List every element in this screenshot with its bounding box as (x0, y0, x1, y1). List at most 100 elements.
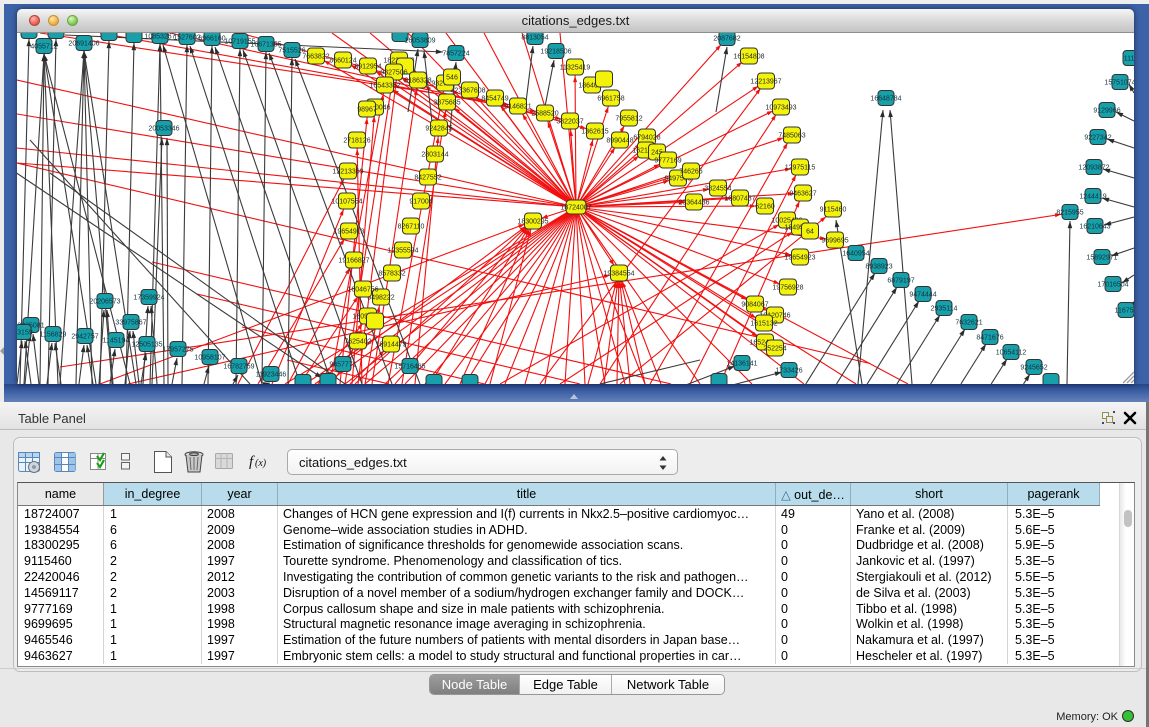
svg-text:8186328: 8186328 (404, 77, 431, 84)
svg-text:10958107: 10958107 (194, 354, 225, 361)
svg-text:8938923: 8938923 (865, 263, 892, 270)
svg-text:1527602: 1527602 (173, 34, 200, 41)
svg-text:8660124: 8660124 (329, 57, 356, 64)
svg-text:19756928: 19756928 (772, 284, 803, 291)
svg-text:1733426: 1733426 (775, 367, 802, 374)
svg-text:9474444: 9474444 (909, 291, 936, 298)
svg-text:20364436: 20364436 (678, 199, 709, 206)
svg-text:2718126: 2718126 (343, 137, 370, 144)
svg-text:1145194: 1145194 (103, 337, 130, 344)
svg-text:8215955: 8215955 (1056, 209, 1083, 216)
svg-text:116753: 116753 (1115, 307, 1134, 314)
svg-text:23367608: 23367608 (454, 87, 485, 94)
svg-text:16154808: 16154808 (733, 53, 764, 60)
svg-text:19218506: 19218506 (540, 48, 571, 55)
svg-text:16782759: 16782759 (223, 363, 254, 370)
svg-text:9463627: 9463627 (789, 190, 816, 197)
svg-text:15716485: 15716485 (394, 363, 425, 370)
svg-text:1156829: 1156829 (40, 331, 67, 338)
svg-text:8912954: 8912954 (354, 63, 381, 70)
svg-text:2588520: 2588520 (531, 110, 558, 117)
svg-text:8267110: 8267110 (398, 223, 425, 230)
svg-text:10107554: 10107554 (331, 198, 362, 205)
svg-text:9242845: 9242845 (425, 125, 452, 132)
svg-text:9327506: 9327506 (380, 69, 407, 76)
svg-text:14136141: 14136141 (726, 360, 757, 367)
svg-text:16543382: 16543382 (369, 82, 400, 89)
svg-text:64: 64 (806, 228, 814, 235)
svg-text:8454749: 8454749 (481, 95, 508, 102)
svg-text:9084067: 9084067 (741, 301, 768, 308)
svg-text:16046756: 16046756 (347, 286, 378, 293)
svg-text:3824554: 3824554 (704, 185, 731, 192)
svg-text:19654913: 19654913 (333, 228, 364, 235)
svg-text:12213967: 12213967 (750, 78, 781, 85)
svg-text:3875685: 3875685 (433, 99, 460, 106)
svg-text:3822037: 3822037 (556, 118, 583, 125)
svg-text:746266: 746266 (679, 168, 702, 175)
svg-text:9245652: 9245652 (1020, 364, 1047, 371)
svg-text:9146821: 9146821 (504, 103, 531, 110)
svg-text:17359924: 17359924 (133, 294, 164, 301)
svg-text:12505135: 12505135 (131, 341, 162, 348)
svg-text:7625402: 7625402 (344, 338, 371, 345)
svg-text:1362615: 1362615 (581, 128, 608, 135)
svg-text:18300295: 18300295 (517, 218, 548, 225)
svg-text:252254: 252254 (763, 345, 786, 352)
svg-text:7663822: 7663822 (302, 53, 329, 60)
svg-text:8813054: 8813054 (521, 34, 548, 41)
svg-text:2803144: 2803144 (421, 151, 448, 158)
svg-text:10973493: 10973493 (765, 104, 796, 111)
svg-text:4055712: 4055712 (30, 43, 57, 50)
svg-text:7857224: 7857224 (442, 50, 469, 57)
svg-text:9115460: 9115460 (820, 206, 847, 213)
svg-text:17957275: 17957275 (162, 346, 193, 353)
svg-text:17016504: 17016504 (1097, 281, 1128, 288)
svg-text:9227342: 9227342 (1084, 134, 1111, 141)
svg-text:15892971: 15892971 (1086, 254, 1117, 261)
svg-text:7515526: 7515526 (278, 47, 305, 54)
svg-text:8471676: 8471676 (976, 334, 1003, 341)
svg-text:9777169: 9777169 (654, 157, 681, 164)
svg-text:(x): (x) (255, 458, 267, 469)
svg-text:12355594: 12355594 (387, 247, 418, 254)
svg-text:1615132: 1615132 (750, 320, 777, 327)
svg-text:15751074: 15751074 (1104, 79, 1134, 86)
svg-text:10654112: 10654112 (996, 349, 1027, 356)
svg-text:9129966: 9129966 (1093, 107, 1120, 114)
svg-text:7955812: 7955812 (615, 115, 642, 122)
svg-text:20053346: 20053346 (148, 125, 179, 132)
svg-text:62160: 62160 (755, 203, 775, 210)
svg-text:9699695: 9699695 (821, 237, 848, 244)
svg-text:6961758: 6961758 (597, 95, 624, 102)
svg-text:98967: 98967 (357, 106, 377, 113)
svg-text:1640954: 1640954 (842, 250, 869, 257)
svg-text:12975115: 12975115 (785, 164, 816, 171)
svg-text:1244419: 1244419 (1079, 193, 1106, 200)
svg-text:20691406: 20691406 (68, 40, 99, 47)
svg-text:10807487: 10807487 (724, 195, 755, 202)
svg-text:8990448: 8990448 (606, 137, 633, 144)
svg-text:6966160: 6966160 (198, 35, 225, 42)
svg-text:16210643: 16210643 (1079, 223, 1110, 230)
svg-text:19654923: 19654923 (784, 254, 815, 261)
svg-text:8427552: 8427552 (414, 174, 441, 181)
svg-text:19166827: 19166827 (338, 257, 369, 264)
svg-text:11923446: 11923446 (256, 371, 287, 378)
svg-text:2942757: 2942757 (71, 333, 98, 340)
svg-text:20206573: 20206573 (89, 298, 120, 305)
svg-text:1112: 1112 (1124, 55, 1134, 62)
svg-text:33159: 33159 (17, 329, 33, 336)
svg-text:6794028: 6794028 (633, 134, 660, 141)
svg-text:12213369: 12213369 (332, 168, 363, 175)
svg-text:6879197: 6879197 (887, 277, 914, 284)
svg-text:546: 546 (446, 74, 458, 81)
svg-text:16914479: 16914479 (375, 341, 406, 348)
svg-text:8578332: 8578332 (378, 270, 405, 277)
svg-text:16671355: 16671355 (250, 41, 281, 48)
svg-text:19384554: 19384554 (603, 270, 634, 277)
svg-text:9657771: 9657771 (329, 361, 356, 368)
svg-text:7485063: 7485063 (778, 132, 805, 139)
svg-text:16053809: 16053809 (404, 37, 435, 44)
svg-text:2935114: 2935114 (931, 305, 958, 312)
